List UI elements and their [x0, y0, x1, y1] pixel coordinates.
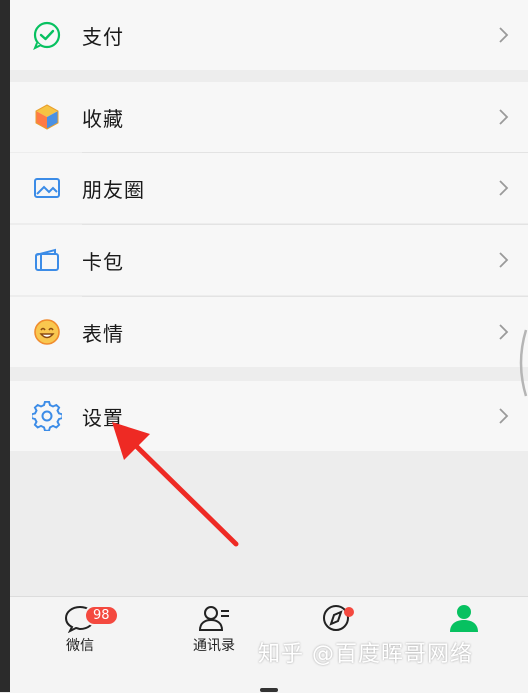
chevron-right-icon	[499, 27, 509, 43]
chevron-right-icon	[499, 180, 509, 196]
contacts-icon	[198, 606, 229, 631]
menu-item-pay[interactable]: 支付	[10, 0, 528, 70]
chevron-right-icon	[499, 109, 509, 125]
new-content-dot	[344, 607, 354, 617]
menu-item-cards[interactable]: 卡包	[10, 225, 528, 295]
menu-item-stickers[interactable]: 表情	[10, 297, 528, 367]
gear-icon	[32, 401, 62, 431]
menu-item-settings[interactable]: 设置	[10, 381, 528, 451]
tab-label: 微信	[66, 638, 94, 654]
unread-badge: 98	[84, 605, 119, 626]
tab-contacts[interactable]: 通讯录	[174, 603, 254, 673]
menu-item-label: 朋友圈	[82, 177, 145, 202]
menu-item-label: 支付	[82, 24, 124, 49]
chevron-right-icon	[499, 252, 509, 268]
favorites-cube-icon	[35, 104, 59, 130]
chevron-right-icon	[499, 408, 509, 424]
home-indicator	[260, 688, 278, 692]
smiley-face-icon	[34, 319, 60, 345]
watermark-text: 知乎 @百度晖哥网络	[258, 642, 473, 667]
left-edge	[0, 0, 10, 692]
chevron-right-icon	[499, 324, 509, 340]
menu-item-label: 收藏	[82, 106, 124, 131]
menu-item-label: 卡包	[82, 249, 124, 274]
menu-item-moments[interactable]: 朋友圈	[10, 153, 528, 223]
person-filled-icon	[450, 605, 478, 632]
red-arrow-annotation	[112, 422, 239, 547]
tab-chats[interactable]: 98 微信	[40, 603, 120, 673]
menu-item-label: 表情	[82, 321, 124, 346]
pay-icon	[33, 21, 61, 50]
scroll-edge-indicator	[519, 329, 528, 397]
menu-item-favorites[interactable]: 收藏	[10, 82, 528, 152]
moments-picture-icon	[34, 178, 60, 198]
card-wallet-icon	[35, 248, 59, 271]
tab-label: 通讯录	[193, 638, 235, 654]
